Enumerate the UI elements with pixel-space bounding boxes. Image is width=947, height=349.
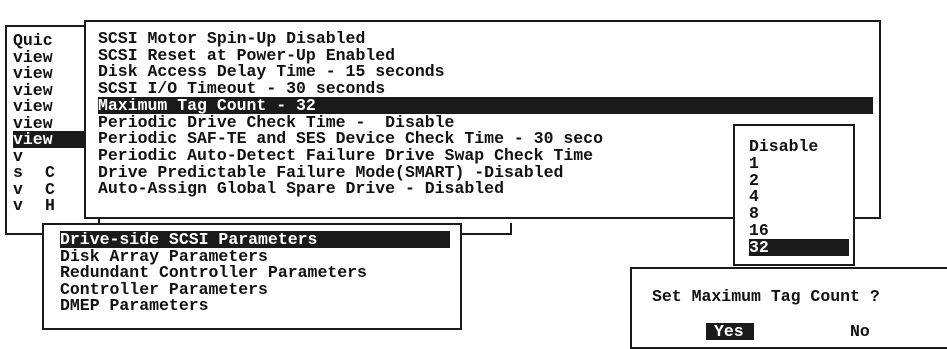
parameter-menu-item[interactable]: Maximum Tag Count - 32 — [98, 96, 873, 114]
parameter-menu-item[interactable]: SCSI I/O Timeout - 30 seconds — [98, 80, 873, 97]
tag-count-option[interactable]: 16 — [749, 222, 849, 239]
tag-count-options: Disable 1 2 4 8 16 32 — [733, 124, 855, 266]
confirm-dialog: Set Maximum Tag Count ? Yes No — [630, 267, 947, 349]
left-menu-item[interactable]: Quic — [13, 32, 87, 49]
left-menu-item-col2: C — [45, 179, 55, 199]
parameter-menu-item[interactable]: SCSI Reset at Power-Up Enabled — [98, 47, 873, 64]
left-menu-item[interactable]: view — [13, 49, 87, 66]
parameter-menu-item[interactable]: Disk Access Delay Time - 15 seconds — [98, 63, 873, 80]
left-menu-item-col2: H — [45, 196, 55, 215]
parameter-menu-item[interactable]: SCSI Motor Spin-Up Disabled — [98, 30, 873, 47]
config-menu-tail-line — [462, 233, 512, 235]
no-button[interactable]: No — [850, 323, 870, 340]
yes-button[interactable]: Yes — [706, 323, 754, 340]
left-menu-item[interactable]: v — [13, 148, 87, 165]
left-menu-item[interactable]: view — [13, 98, 87, 115]
config-menu-item[interactable]: Controller Parameters — [60, 281, 450, 298]
config-menu: Drive-side SCSI Parameters Disk Array Par… — [42, 223, 462, 330]
tag-count-option[interactable]: 1 — [749, 155, 849, 172]
left-menu-item[interactable]: view — [13, 115, 87, 132]
config-menu-item[interactable]: DMEP Parameters — [60, 297, 450, 314]
tag-count-option[interactable]: 2 — [749, 172, 849, 189]
config-menu-item[interactable]: Drive-side SCSI Parameters — [60, 231, 450, 248]
tag-count-option[interactable]: 32 — [749, 238, 849, 256]
tag-count-option[interactable]: 8 — [749, 205, 849, 222]
config-menu-tail-tick — [510, 223, 512, 235]
left-menu-item[interactable]: view — [13, 82, 87, 99]
left-menu-item[interactable]: view — [13, 131, 87, 148]
left-menu-item-col2: C — [45, 163, 55, 182]
config-menu-item[interactable]: Disk Array Parameters — [60, 248, 450, 265]
tag-count-option[interactable]: 4 — [749, 188, 849, 205]
tag-count-option[interactable]: Disable — [749, 138, 849, 155]
confirm-question: Set Maximum Tag Count ? — [652, 287, 880, 306]
left-menu-item[interactable]: view — [13, 65, 87, 82]
config-menu-item[interactable]: Redundant Controller Parameters — [60, 264, 450, 281]
